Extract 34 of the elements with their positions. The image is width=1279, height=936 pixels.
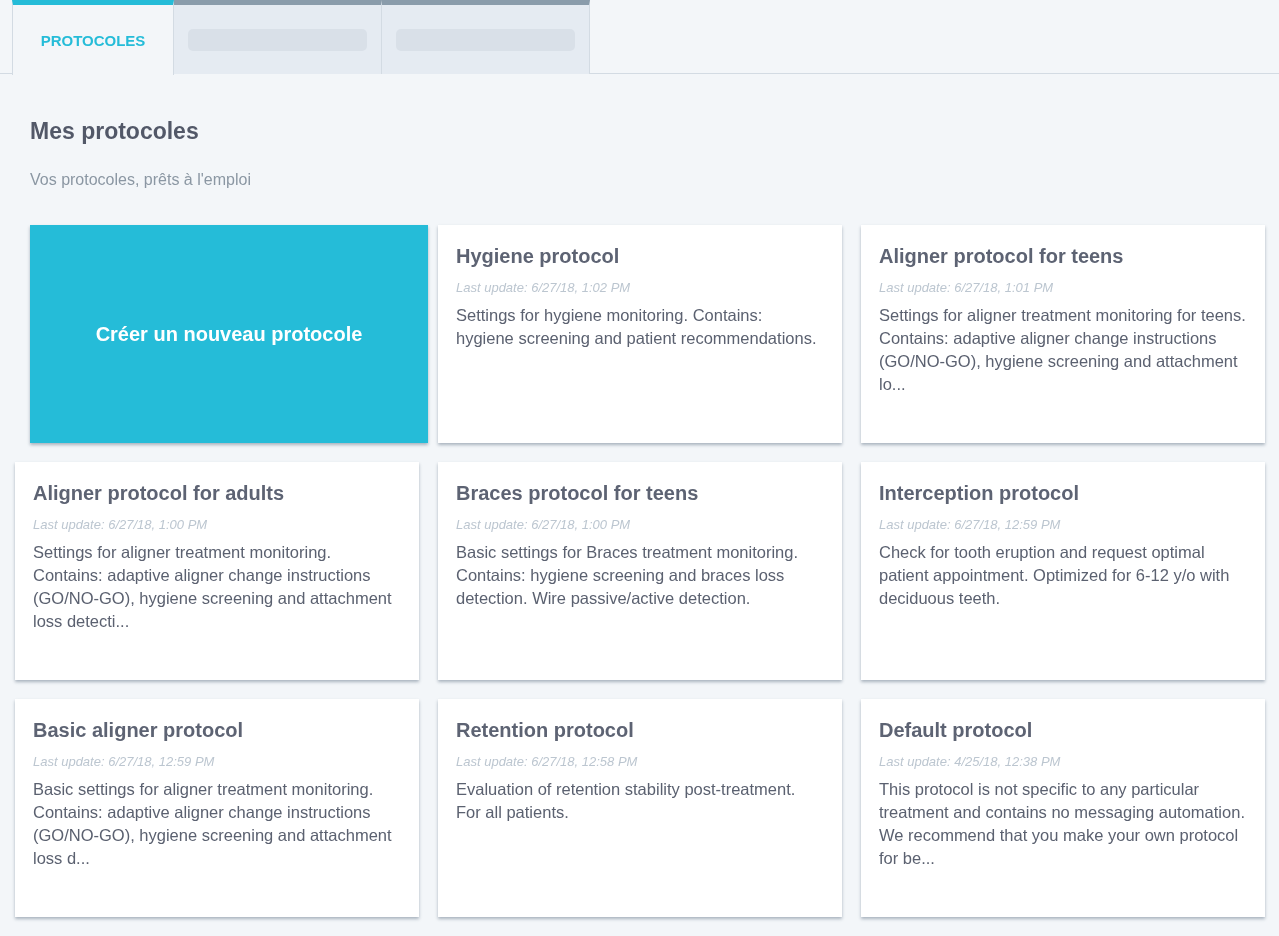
protocol-card[interactable]: [15, 699, 419, 917]
protocol-title: Braces protocol for teens: [456, 482, 700, 505]
page-subtitle: Vos protocoles, prêts à l'emploi: [30, 171, 252, 189]
protocol-card[interactable]: [861, 225, 1265, 443]
protocol-card[interactable]: Retention protocol Last update: 6/27/18, 12:58 PM Evaluation of retention stability post-treatment. For all patients.: [438, 699, 842, 917]
protocol-card[interactable]: Default protocol Last update: 4/25/18, 12:38 PM This protocol is not specific to any particular treatment and contains no messaging automation. We recommend that you make your own protocol for be...: [861, 699, 1265, 917]
protocol-title: Hygiene protocol: [456, 245, 621, 268]
protocol-card[interactable]: Hygiene protocol Last update: 6/27/18, 1:02 PM Settings for hygiene monitoring. Contains: hygiene screening and patient recommendations.: [438, 225, 842, 443]
protocol-description: Settings for aligner treatment monitoring. Contains: adaptive aligner change instructions (GO/NO-GO), hygiene screening and attachment loss detecti...: [33, 542, 393, 632]
protocol-title: Default protocol: [879, 719, 1034, 742]
last-update-text: Last update: 6/27/18, 1:01 PM: [879, 280, 1055, 295]
protocol-title: Aligner protocol for teens: [879, 245, 1125, 268]
protocol-card[interactable]: Braces protocol for teens Last update: 6/27/18, 1:00 PM Basic settings for Braces treatment monitoring. Contains: hygiene screening and braces loss detection. Wire passive/active detection.: [438, 462, 842, 680]
protocol-title: Aligner protocol for adults: [33, 482, 286, 505]
protocol-title: Interception protocol: [879, 482, 1080, 505]
last-update-text: Last update: 4/25/18, 12:38 PM: [879, 754, 1062, 769]
protocol-description: This protocol is not specific to any particular treatment and contains no messaging automation. We recommend that you make your own protocol for be...: [879, 779, 1246, 869]
page-title: Mes protocoles: [30, 118, 200, 145]
protocol-description: Basic settings for aligner treatment monitoring. Contains: adaptive aligner change instructions (GO/NO-GO), hygiene screening and attachment loss d...: [33, 779, 393, 869]
last-update-text: Last update: 6/27/18, 1:00 PM: [33, 517, 209, 532]
protocol-description: Check for tooth eruption and request optimal patient appointment. Optimized for 6-12 y/o with deciduous teeth.: [879, 542, 1231, 609]
last-update-text: Last update: 6/27/18, 12:59 PM: [33, 754, 216, 769]
last-update-text: Last update: 6/27/18, 12:59 PM: [879, 517, 1062, 532]
protocol-description: Evaluation of retention stability post-treatment. For all patients.: [456, 779, 797, 823]
protocol-card[interactable]: Interception protocol Last update: 6/27/18, 12:59 PM Check for tooth eruption and request optimal patient appointment. Optimized for 6-12 y/o with deciduous teeth.: [861, 462, 1265, 680]
last-update-text: Last update: 6/27/18, 1:00 PM: [456, 517, 632, 532]
last-update-text: Last update: 6/27/18, 12:58 PM: [456, 754, 639, 769]
last-update-text: Last update: 6/27/18, 1:02 PM: [456, 280, 632, 295]
protocol-description: Basic settings for Braces treatment monitoring. Contains: hygiene screening and braces loss detection. Wire passive/active detection.: [456, 542, 800, 609]
protocol-card[interactable]: [15, 462, 419, 680]
protocol-description: Settings for hygiene monitoring. Contains: hygiene screening and patient recommendations.: [456, 305, 818, 349]
protocol-title: Basic aligner protocol: [33, 719, 245, 742]
protocol-description: Settings for aligner treatment monitoring for teens. Contains: adaptive aligner change instructions (GO/NO-GO), hygiene screening and attachment lo...: [879, 305, 1247, 395]
protocol-title: Retention protocol: [456, 719, 635, 742]
